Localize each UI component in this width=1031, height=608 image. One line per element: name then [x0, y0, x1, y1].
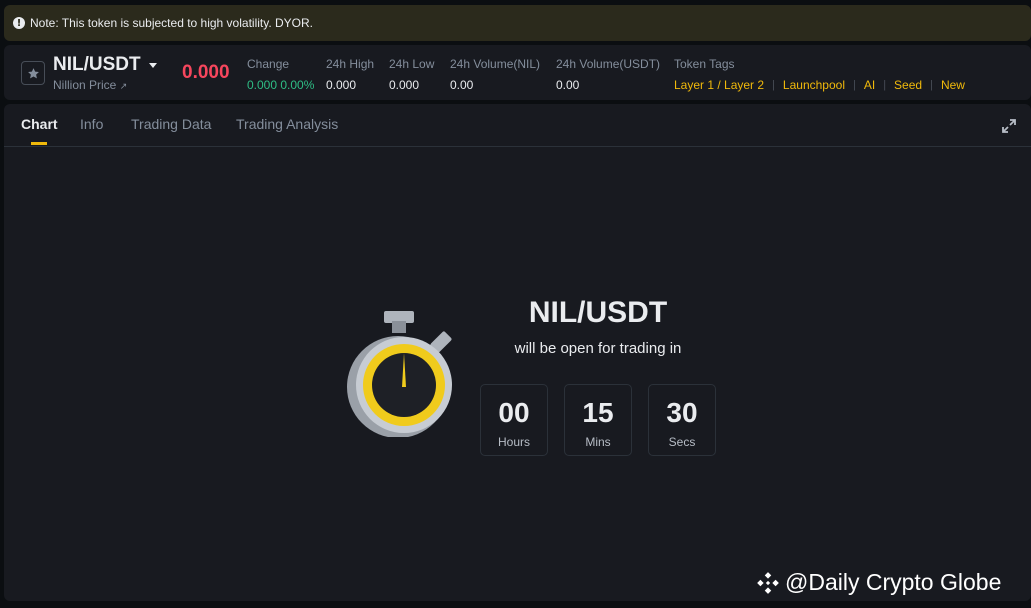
tab-bar: Chart Info Trading Data Trading Analysis: [4, 104, 1031, 147]
countdown-subtitle: will be open for trading in: [514, 340, 682, 357]
stat-24h-high: 24h High 0.000: [326, 57, 374, 92]
external-link-icon: ↗: [119, 81, 128, 91]
countdown-value: 30: [666, 397, 698, 428]
expand-icon[interactable]: [1001, 118, 1017, 134]
stat-value: 0.000: [389, 78, 420, 92]
countdown-value: 15: [582, 397, 614, 428]
countdown-secs: 30 Secs: [648, 384, 716, 456]
countdown-title: NIL/USDT: [528, 296, 668, 329]
tag-seed[interactable]: Seed: [894, 78, 922, 92]
stat-24h-low: 24h Low 0.000: [389, 57, 434, 92]
favorite-button[interactable]: [21, 61, 45, 85]
tab-trading-analysis[interactable]: Trading Analysis: [236, 116, 338, 132]
stat-label: 24h Volume(NIL): [450, 57, 541, 71]
chart-panel: Chart Info Trading Data Trading Analysis…: [4, 104, 1031, 601]
ticker-header: NIL/USDT Nillion Price ↗ 0.000 Change 0.…: [4, 45, 1031, 100]
stat-label: 24h High: [326, 57, 375, 71]
stat-24h-volume-nil: 24h Volume(NIL) 0.00: [450, 57, 540, 92]
watermark: @Daily Crypto Globe: [755, 569, 1001, 596]
countdown-unit: Hours: [497, 435, 530, 449]
stat-change: Change 0.000 0.00%: [247, 57, 314, 92]
countdown-hours: 00 Hours: [480, 384, 548, 456]
stat-value: 0.00: [556, 78, 580, 92]
volatility-notice-bar: ! Note: This token is subjected to high …: [4, 5, 1031, 41]
tag-separator: |: [930, 79, 933, 91]
tag-separator: |: [772, 79, 775, 91]
notice-text: Note: This token is subjected to high vo…: [30, 16, 314, 30]
pair-name: NIL/USDT: [53, 54, 141, 75]
countdown-mins: 15 Mins: [564, 384, 632, 456]
stopwatch-icon: [347, 311, 452, 437]
binance-logo-icon: [757, 571, 779, 594]
star-icon: [27, 67, 39, 78]
stat-label: 24h Low: [389, 57, 435, 71]
stat-label: 24h Volume(USDT): [556, 57, 661, 71]
countdown-unit: Secs: [668, 435, 696, 449]
token-tags: Token Tags Layer 1 / Layer 2 | Launchpoo…: [674, 57, 965, 92]
tab-info[interactable]: Info: [80, 116, 103, 132]
pair-selector[interactable]: NIL/USDT: [53, 54, 157, 76]
countdown-unit: Mins: [585, 435, 611, 449]
stat-value: 0.000: [326, 78, 357, 92]
tag-separator: |: [883, 79, 887, 91]
watermark-text: @Daily Crypto Globe: [785, 569, 1002, 595]
token-tags-label: Token Tags: [674, 57, 735, 71]
tag-layer1-layer2[interactable]: Layer 1 / Layer 2: [674, 78, 764, 92]
caret-down-icon: [148, 62, 157, 68]
exclamation-icon: !: [13, 17, 25, 29]
tab-trading-data[interactable]: Trading Data: [131, 116, 211, 132]
stat-24h-volume-usdt: 24h Volume(USDT) 0.00: [556, 57, 660, 92]
stat-value: 0.000 0.00%: [247, 78, 315, 92]
tag-ai[interactable]: AI: [864, 78, 875, 92]
last-price: 0.000: [182, 62, 230, 83]
tag-separator: |: [852, 79, 856, 91]
token-price-link[interactable]: Nillion Price ↗: [53, 78, 127, 92]
tab-chart[interactable]: Chart: [21, 116, 58, 132]
tag-launchpool[interactable]: Launchpool: [783, 78, 845, 92]
token-name: Nillion Price: [53, 78, 117, 92]
active-tab-indicator: [31, 142, 47, 145]
tag-new[interactable]: New: [941, 78, 965, 92]
stat-value: 0.00: [450, 78, 474, 92]
stat-label: Change: [247, 57, 290, 71]
countdown-value: 00: [498, 397, 530, 428]
